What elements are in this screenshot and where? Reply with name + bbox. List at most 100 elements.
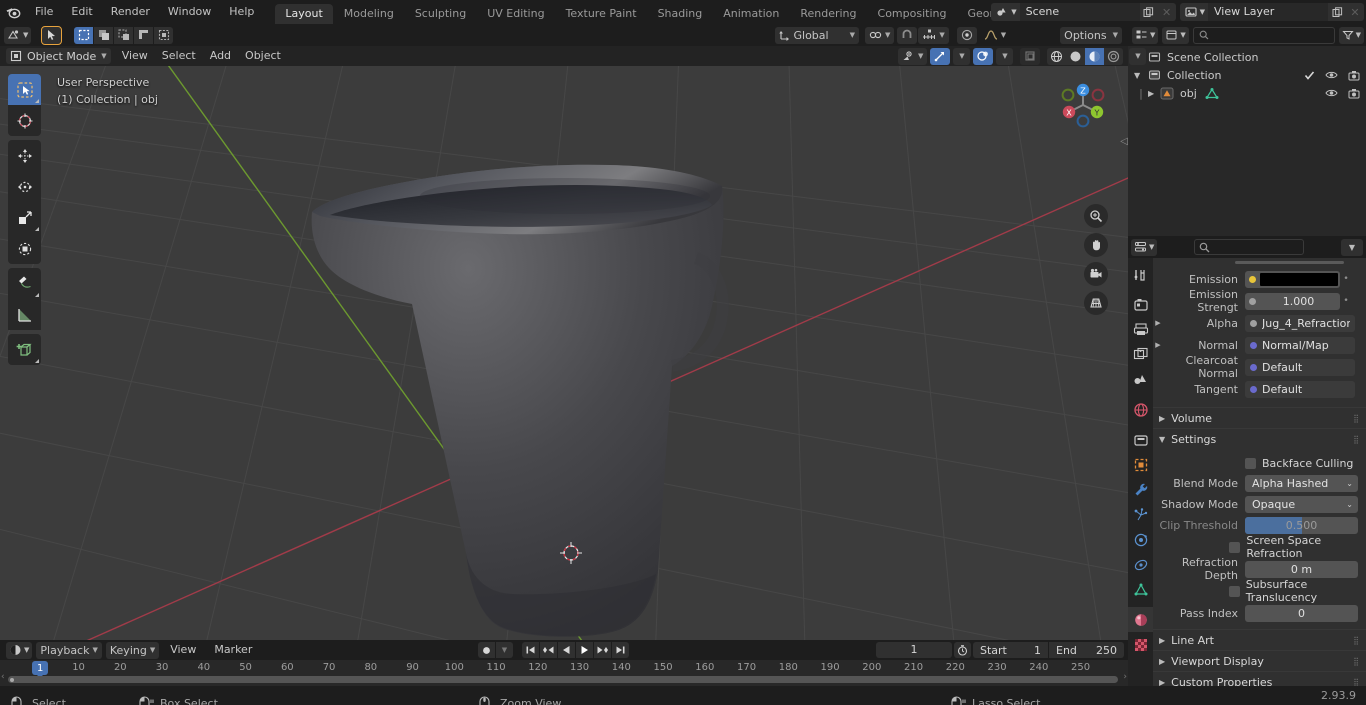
prop-row-emission[interactable]: Emission • xyxy=(1153,269,1366,289)
pass-index-field[interactable]: 0 xyxy=(1245,604,1358,622)
properties-tab-object[interactable] xyxy=(1128,452,1153,477)
alpha-link-field[interactable]: Jug_4_Refraction_in… xyxy=(1245,314,1355,332)
properties-tab-output[interactable] xyxy=(1128,317,1153,342)
zoom-icon[interactable] xyxy=(1084,204,1108,228)
view-layer-icon[interactable]: ▼ xyxy=(1179,3,1208,21)
normal-link-field[interactable]: Normal/Map xyxy=(1245,336,1355,354)
viewport-menu-object[interactable]: Object xyxy=(238,48,288,64)
move-tool-icon[interactable] xyxy=(8,140,41,171)
obj-eye-icon[interactable] xyxy=(1325,88,1338,98)
auto-keying-dropdown-icon[interactable]: ▼ xyxy=(496,642,513,658)
emission-color-field[interactable] xyxy=(1245,270,1340,288)
overlays-icon[interactable] xyxy=(973,47,994,65)
properties-tab-render[interactable] xyxy=(1128,292,1153,317)
jump-prev-keyframe-icon[interactable] xyxy=(540,642,557,658)
magnet-icon[interactable] xyxy=(897,26,918,44)
keying-dropdown[interactable]: Keying ▼ xyxy=(105,641,160,659)
panel-header-viewport-display[interactable]: ▶ Viewport Display ⣿ xyxy=(1153,650,1366,671)
ortho-persp-toggle-icon[interactable] xyxy=(1084,291,1108,315)
wireframe-icon[interactable] xyxy=(1047,47,1067,65)
obj-camera-icon[interactable] xyxy=(1348,88,1360,99)
normal-expand-icon[interactable]: ▶ xyxy=(1153,341,1163,349)
outliner-display-mode-icon[interactable]: ▼ xyxy=(1162,26,1189,44)
outliner[interactable]: Scene Collection ▼ Collection | ▶ obj xyxy=(1128,46,1366,236)
emission-strength-animate-decorator[interactable]: • xyxy=(1340,296,1352,306)
clip-threshold-slider[interactable]: 0.500 xyxy=(1245,517,1358,534)
viewport-menu-add[interactable]: Add xyxy=(203,48,238,64)
menu-file[interactable]: File xyxy=(26,3,62,21)
collection-checkbox[interactable] xyxy=(1304,70,1315,81)
workspace-tab-animation[interactable]: Animation xyxy=(713,4,789,24)
timeline-view-menu[interactable]: View xyxy=(163,642,203,658)
backface-culling-checkbox[interactable] xyxy=(1245,457,1256,469)
properties-tab-physics[interactable] xyxy=(1128,527,1153,552)
prop-row-alpha[interactable]: ▶ Alpha Jug_4_Refraction_in… xyxy=(1153,313,1366,333)
disclosure-down-icon[interactable]: ▼ xyxy=(1134,71,1148,80)
scene-unlink-icon[interactable]: ✕ xyxy=(1157,3,1176,21)
viewport-menu-view[interactable]: View xyxy=(115,48,155,64)
view-layer-new-icon[interactable] xyxy=(1328,3,1346,21)
view-layer-unlink-icon[interactable]: ✕ xyxy=(1346,3,1364,21)
use-preview-range-icon[interactable] xyxy=(954,642,971,658)
extend-select-icon[interactable] xyxy=(94,26,114,44)
prop-row-emission-strength[interactable]: Emission Strengt 1.000 • xyxy=(1153,288,1366,314)
properties-tab-texture[interactable] xyxy=(1128,632,1153,657)
panel-header-custom-properties[interactable]: ▶ Custom Properties ⣿ xyxy=(1153,671,1366,686)
properties-tab-world[interactable] xyxy=(1128,397,1153,422)
timeline-ruler[interactable]: 10 20 30 40 50 60 70 80 90 100 110 120 130 140 150 160 1… xyxy=(0,660,1128,686)
falloff-curve-dropdown[interactable]: ▼ xyxy=(980,27,1010,44)
menu-help[interactable]: Help xyxy=(220,3,263,21)
jump-next-keyframe-icon[interactable] xyxy=(594,642,611,658)
jump-to-start-icon[interactable] xyxy=(522,642,539,658)
properties-tab-data[interactable] xyxy=(1128,577,1153,602)
menu-render[interactable]: Render xyxy=(102,3,159,21)
menu-window[interactable]: Window xyxy=(159,3,220,21)
outliner-row-scene-collection[interactable]: Scene Collection xyxy=(1128,48,1366,66)
blender-logo-icon[interactable] xyxy=(0,0,26,24)
outliner-row-collection[interactable]: ▼ Collection xyxy=(1128,66,1366,84)
subsurface-translucency-checkbox[interactable] xyxy=(1228,585,1240,597)
workspace-tab-uv-editing[interactable]: UV Editing xyxy=(477,4,554,24)
invert-select-icon[interactable] xyxy=(134,26,154,44)
properties-search-input[interactable] xyxy=(1194,239,1305,255)
workspace-tab-sculpting[interactable]: Sculpting xyxy=(405,4,476,24)
outliner-row-obj[interactable]: | ▶ obj xyxy=(1128,84,1366,102)
hand-pan-icon[interactable] xyxy=(1084,233,1108,257)
view-layer-field-group[interactable]: ▼ View Layer ✕ xyxy=(1179,3,1364,21)
shadow-mode-dropdown[interactable]: Opaque ⌄ xyxy=(1245,496,1358,513)
properties-panel[interactable]: Emission • Emission Strengt 1.000 • ▶ Al… xyxy=(1153,258,1366,686)
timeline-marker-menu[interactable]: Marker xyxy=(207,642,259,658)
workspace-tab-compositing[interactable]: Compositing xyxy=(868,4,957,24)
material-preview-icon[interactable] xyxy=(1085,47,1105,65)
prop-row-tangent[interactable]: Tangent Default xyxy=(1153,379,1366,399)
rotate-tool-icon[interactable] xyxy=(8,171,41,202)
camera-view-icon[interactable] xyxy=(1084,262,1108,286)
editor-type-icon[interactable]: ▼ xyxy=(4,26,32,44)
panel-header-volume[interactable]: ▶ Volume ⣿ xyxy=(1153,407,1366,428)
subtract-select-icon[interactable] xyxy=(114,26,134,44)
annotate-pencil-icon[interactable] xyxy=(8,268,41,299)
playback-dropdown[interactable]: Playback ▼ xyxy=(36,641,102,659)
transform-tool-icon[interactable] xyxy=(8,233,41,264)
properties-tab-particles[interactable] xyxy=(1128,502,1153,527)
panel-header-line-art[interactable]: ▶ Line Art ⣿ xyxy=(1153,629,1366,650)
properties-tab-scene[interactable] xyxy=(1128,367,1153,392)
cursor-3d-tool-icon[interactable] xyxy=(8,105,41,136)
viewport-menu-select[interactable]: Select xyxy=(155,48,203,64)
properties-tab-tool[interactable] xyxy=(1128,262,1153,287)
timeline-editor-icon[interactable]: ▼ xyxy=(6,641,33,659)
overlays-dropdown-icon[interactable]: ▼ xyxy=(996,47,1014,65)
options-dropdown[interactable]: Options ▼ xyxy=(1060,26,1122,44)
emission-animate-decorator[interactable]: • xyxy=(1340,274,1352,284)
panel-header-settings[interactable]: ▼ Settings ⣿ xyxy=(1153,428,1366,449)
collection-camera-icon[interactable] xyxy=(1348,70,1360,81)
emission-color-swatch[interactable] xyxy=(1260,272,1338,286)
add-cube-tool-icon[interactable] xyxy=(8,334,41,365)
play-reverse-icon[interactable] xyxy=(558,642,575,658)
gizmo-icon[interactable] xyxy=(930,47,951,65)
collection-eye-icon[interactable] xyxy=(1325,70,1338,80)
blend-mode-dropdown[interactable]: Alpha Hashed ⌄ xyxy=(1245,475,1358,492)
properties-tab-collection[interactable] xyxy=(1128,427,1153,452)
3d-viewport[interactable]: User Perspective (1) Collection | obj Z … xyxy=(0,66,1128,640)
pivot-point-dropdown[interactable]: ▼ xyxy=(864,26,895,44)
